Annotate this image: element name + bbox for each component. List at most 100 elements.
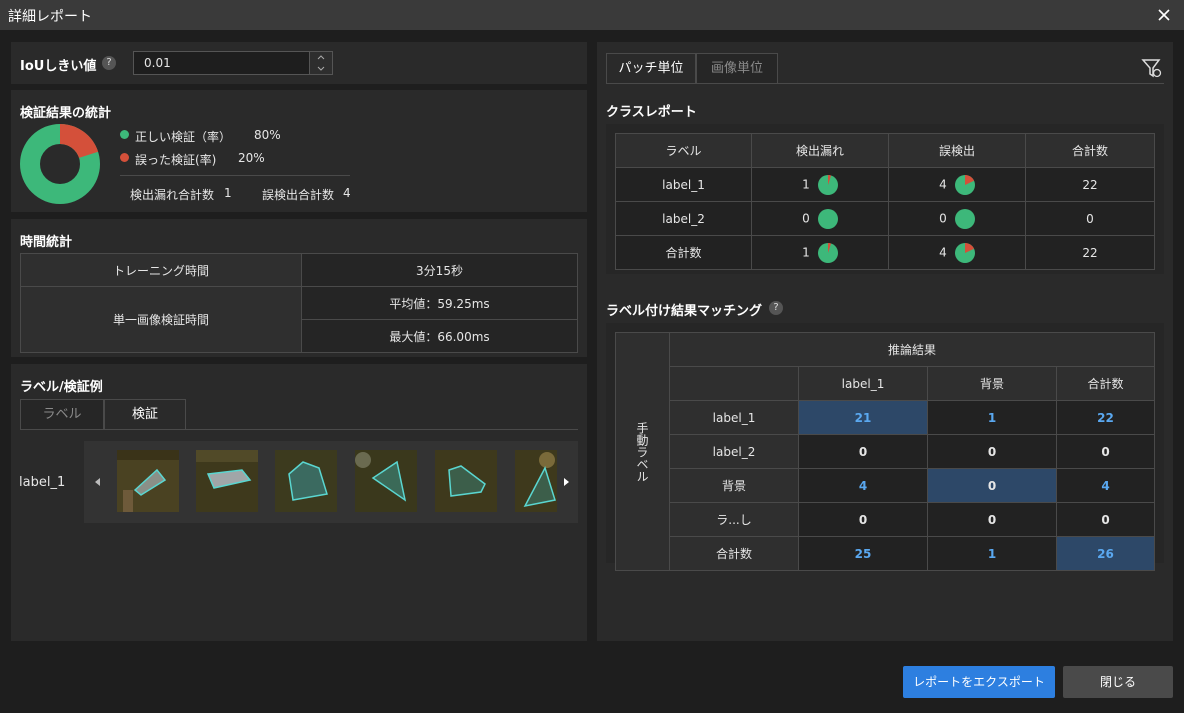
spin-down-button[interactable] bbox=[309, 63, 332, 74]
match-cell[interactable]: 4 bbox=[798, 468, 928, 503]
match-cell[interactable]: 0 bbox=[927, 434, 1057, 469]
match-cell[interactable]: 1 bbox=[927, 400, 1057, 435]
matching-help-icon[interactable]: ? bbox=[769, 301, 783, 315]
total-cell: 0 bbox=[1025, 201, 1155, 236]
false-cell: 0 bbox=[888, 201, 1026, 236]
table-row: 合計数 1 4 22 bbox=[615, 235, 1155, 270]
false-total-label: 誤検出合計数 bbox=[262, 188, 335, 202]
iou-help-icon[interactable]: ? bbox=[102, 56, 116, 70]
close-icon[interactable] bbox=[1152, 3, 1176, 27]
row-label: 合計数 bbox=[615, 235, 752, 270]
example-thumbnail[interactable] bbox=[117, 450, 179, 512]
wrong-label: 誤った検証(率) bbox=[135, 153, 217, 167]
false-cell: 4 bbox=[888, 167, 1026, 202]
missed-total-label: 検出漏れ合計数 bbox=[130, 188, 215, 202]
match-cell[interactable]: 0 bbox=[927, 468, 1057, 503]
class-header-total: 合計数 bbox=[1025, 133, 1155, 168]
matching-table: 手動ラベル 推論結果 label_1 背景 合計数 label_1 21 1 2… bbox=[615, 332, 1155, 571]
example-thumbnail[interactable] bbox=[515, 450, 557, 512]
pie-icon bbox=[954, 174, 975, 195]
match-cell[interactable]: 0 bbox=[1056, 434, 1155, 469]
match-cell[interactable]: 0 bbox=[927, 502, 1057, 537]
avg-time-value: 平均値：59.25ms bbox=[301, 286, 578, 320]
class-report-title: クラスレポート bbox=[606, 105, 697, 120]
tab-patch-unit[interactable]: パッチ単位 bbox=[606, 53, 696, 84]
col-header: label_1 bbox=[798, 366, 928, 401]
max-time-value: 最大値：66.00ms bbox=[301, 319, 578, 353]
scroll-right-icon[interactable] bbox=[562, 476, 572, 488]
tab-image-unit[interactable]: 画像単位 bbox=[696, 53, 778, 84]
stats-divider bbox=[120, 175, 350, 176]
false-total-value: 4 bbox=[343, 186, 351, 200]
missed-cell: 1 bbox=[751, 167, 889, 202]
inference-group: 推論結果 bbox=[669, 332, 1155, 367]
right-tab-line bbox=[606, 83, 1164, 84]
row-header: 合計数 bbox=[669, 536, 799, 571]
wrong-value: 20% bbox=[238, 151, 265, 165]
total-cell: 22 bbox=[1025, 167, 1155, 202]
stats-donut-chart bbox=[20, 124, 100, 204]
row-label: label_2 bbox=[615, 201, 752, 236]
false-cell: 4 bbox=[888, 235, 1026, 270]
table-row: label_1 21 1 22 bbox=[616, 400, 1155, 435]
time-table: トレーニング時間 3分15秒 単一画像検証時間 平均値：59.25ms 最大値：66… bbox=[20, 253, 578, 353]
example-thumbnail[interactable] bbox=[355, 450, 417, 512]
match-cell[interactable]: 26 bbox=[1056, 536, 1155, 571]
pie-base bbox=[954, 208, 975, 229]
class-header-label: ラベル bbox=[615, 133, 752, 168]
export-report-button[interactable]: レポートをエクスポート bbox=[903, 666, 1055, 698]
window-titlebar: 詳細レポート bbox=[0, 0, 1184, 30]
missed-cell: 0 bbox=[751, 201, 889, 236]
manual-label-group: 手動ラベル bbox=[615, 332, 670, 571]
example-thumbnail[interactable] bbox=[275, 450, 337, 512]
single-time-label: 単一画像検証時間 bbox=[20, 286, 302, 353]
filter-settings-icon[interactable] bbox=[1141, 57, 1163, 79]
col-header: 背景 bbox=[927, 366, 1057, 401]
table-row: label_1 1 4 22 bbox=[615, 167, 1155, 202]
class-header-missed: 検出漏れ bbox=[751, 133, 889, 168]
row-header: label_2 bbox=[669, 434, 799, 469]
match-cell[interactable]: 4 bbox=[1056, 468, 1155, 503]
table-row: ラ...し 0 0 0 bbox=[616, 502, 1155, 537]
tab-label[interactable]: ラベル bbox=[20, 399, 104, 430]
tab-verify[interactable]: 検証 bbox=[104, 399, 186, 430]
table-row: 背景 4 0 4 bbox=[616, 468, 1155, 503]
matching-title: ラベル付け結果マッチング bbox=[606, 304, 763, 319]
chevron-down-icon bbox=[317, 66, 325, 71]
row-header: ラ...し bbox=[669, 502, 799, 537]
wrong-dot bbox=[120, 153, 129, 162]
missed-cell: 1 bbox=[751, 235, 889, 270]
table-row: label_2 0 0 0 bbox=[615, 201, 1155, 236]
missed-total-value: 1 bbox=[224, 186, 232, 200]
example-thumbnail[interactable] bbox=[435, 450, 497, 512]
match-cell[interactable]: 1 bbox=[927, 536, 1057, 571]
training-time-value: 3分15秒 bbox=[301, 253, 578, 287]
match-cell[interactable]: 0 bbox=[798, 502, 928, 537]
correct-value: 80% bbox=[254, 128, 281, 142]
match-cell[interactable]: 21 bbox=[798, 400, 928, 435]
match-cell[interactable]: 22 bbox=[1056, 400, 1155, 435]
pie-base bbox=[817, 208, 838, 229]
total-cell: 22 bbox=[1025, 235, 1155, 270]
iou-value[interactable]: 0.01 bbox=[144, 56, 171, 70]
close-button[interactable]: 閉じる bbox=[1063, 666, 1173, 698]
example-thumbnail[interactable] bbox=[196, 450, 258, 512]
training-time-label: トレーニング時間 bbox=[20, 253, 302, 287]
iou-spinbox[interactable]: 0.01 bbox=[133, 51, 333, 75]
examples-row-label: label_1 bbox=[19, 475, 66, 490]
pie-icon bbox=[817, 208, 838, 229]
pie-icon bbox=[817, 242, 838, 263]
class-header-false: 誤検出 bbox=[888, 133, 1026, 168]
correct-dot bbox=[120, 130, 129, 139]
iou-label: IoUしきい値 bbox=[20, 59, 97, 74]
match-cell[interactable]: 0 bbox=[1056, 502, 1155, 537]
class-report-table: ラベル 検出漏れ 誤検出 合計数 label_1 1 4 22 label_2 … bbox=[615, 133, 1155, 270]
scroll-left-icon[interactable] bbox=[92, 476, 102, 488]
correct-label: 正しい検証（率） bbox=[135, 130, 232, 144]
table-row: label_2 0 0 0 bbox=[616, 434, 1155, 469]
examples-title: ラベル/検証例 bbox=[20, 380, 103, 395]
match-cell[interactable]: 0 bbox=[798, 434, 928, 469]
corner-cell bbox=[669, 366, 799, 401]
row-header: 背景 bbox=[669, 468, 799, 503]
match-cell[interactable]: 25 bbox=[798, 536, 928, 571]
